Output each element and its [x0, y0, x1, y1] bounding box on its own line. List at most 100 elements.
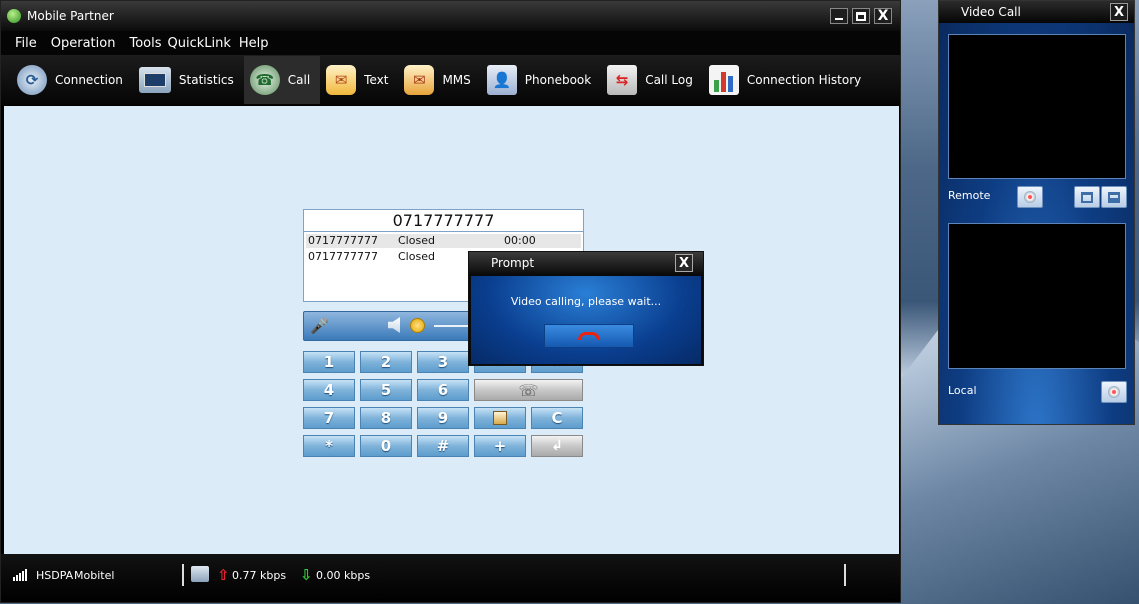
download-arrow-icon: ⇩: [300, 566, 313, 584]
text-icon: ✉: [326, 65, 357, 95]
toolbar: ⟳ Connection Statistics ☎ Call ✉ Text ✉ …: [1, 55, 900, 105]
key-1[interactable]: 1: [303, 351, 355, 373]
call-status: Closed: [398, 234, 435, 247]
video-call-close-button[interactable]: X: [1110, 3, 1128, 21]
key-hash[interactable]: #: [417, 435, 469, 457]
toolbar-call-log[interactable]: ⇆ Call Log: [601, 56, 703, 104]
hangup-icon: [578, 332, 600, 340]
close-button[interactable]: X: [874, 8, 892, 24]
status-divider: [182, 564, 184, 586]
mms-icon: ✉: [404, 65, 435, 95]
status-divider: [844, 564, 846, 586]
status-bar: HSDPA Mobitel ⇧ 0.77 kbps ⇩ 0.00 kbps: [1, 554, 900, 602]
toolbar-label: Statistics: [178, 73, 234, 87]
key-6[interactable]: 6: [417, 379, 469, 401]
menu-bar: File Operation Tools QuickLink Help: [1, 31, 900, 55]
remote-camera-button[interactable]: [1017, 186, 1043, 208]
title-bar: Mobile Partner X: [1, 1, 900, 31]
backspace-button[interactable]: ↲: [531, 435, 583, 457]
toolbar-label: Connection History: [746, 73, 862, 87]
video-call-title-bar: Video Call X: [939, 1, 1134, 23]
remote-video-screen: [948, 34, 1126, 179]
toolbar-text[interactable]: ✉ Text: [320, 56, 398, 104]
call-number: 0717777777: [308, 234, 378, 247]
prompt-dialog: Prompt X Video calling, please wait...: [468, 251, 704, 366]
minimize-button[interactable]: [830, 8, 848, 24]
call-log-icon: ⇆: [607, 65, 638, 95]
upload-speed: 0.77 kbps: [232, 569, 287, 582]
call-number: 0717777777: [308, 250, 378, 263]
key-4[interactable]: 4: [303, 379, 355, 401]
statistics-icon: [138, 67, 171, 93]
local-camera-button[interactable]: [1101, 381, 1127, 403]
key-0[interactable]: 0: [360, 435, 412, 457]
upload-arrow-icon: ⇧: [217, 566, 230, 584]
key-5[interactable]: 5: [360, 379, 412, 401]
save-snapshot-icon: [1108, 191, 1120, 203]
mobile-partner-window: Mobile Partner X File Operation Tools Qu…: [0, 0, 901, 603]
toolbar-phonebook[interactable]: 👤 Phonebook: [481, 56, 601, 104]
minimize-icon: [835, 18, 843, 20]
key-2[interactable]: 2: [360, 351, 412, 373]
call-icon: ☎: [249, 65, 280, 95]
window-title: Mobile Partner: [27, 9, 114, 23]
call-handset-button[interactable]: ☏: [474, 379, 583, 401]
toolbar-connection-history[interactable]: Connection History: [703, 56, 871, 104]
toolbar-label: Connection: [55, 73, 123, 87]
handset-icon: ☏: [518, 380, 539, 400]
key-clear[interactable]: C: [531, 407, 583, 429]
contact-picker-button[interactable]: [474, 407, 526, 429]
call-list-row[interactable]: 0717777777 Closed 00:00: [306, 234, 581, 248]
maximize-button[interactable]: [852, 8, 870, 24]
key-plus[interactable]: +: [474, 435, 526, 457]
toolbar-connection[interactable]: ⟳ Connection: [11, 56, 133, 104]
app-logo-icon: [7, 9, 21, 23]
menu-file[interactable]: File: [15, 36, 37, 51]
video-call-body: Remote Local: [939, 23, 1134, 424]
toolbar-call[interactable]: ☎ Call: [243, 56, 321, 104]
speaker-icon[interactable]: [388, 317, 400, 333]
toolbar-mms[interactable]: ✉ MMS: [398, 56, 480, 104]
toolbar-label: MMS: [442, 73, 471, 87]
toolbar-label: Phonebook: [524, 73, 592, 87]
toolbar-label: Call: [287, 73, 311, 87]
key-7[interactable]: 7: [303, 407, 355, 429]
hangup-button[interactable]: [544, 324, 634, 348]
connection-history-icon: [708, 65, 739, 95]
toolbar-label: Call Log: [645, 73, 693, 87]
layout-button[interactable]: [1074, 186, 1100, 208]
connection-icon: ⟳: [17, 65, 47, 95]
webcam-icon: [1024, 191, 1036, 203]
snapshot-button[interactable]: [1101, 186, 1127, 208]
prompt-body: Video calling, please wait...: [471, 276, 701, 364]
video-call-title: Video Call: [961, 5, 1021, 19]
key-8[interactable]: 8: [360, 407, 412, 429]
signal-strength-icon: [13, 569, 27, 581]
call-duration: 00:00: [504, 234, 536, 247]
local-label: Local: [948, 384, 977, 397]
key-star[interactable]: *: [303, 435, 355, 457]
key-9[interactable]: 9: [417, 407, 469, 429]
layout-icon: [1081, 191, 1093, 203]
menu-help[interactable]: Help: [239, 36, 269, 51]
menu-quicklink[interactable]: QuickLink: [168, 36, 231, 51]
prompt-message: Video calling, please wait...: [510, 295, 662, 308]
phonebook-icon: 👤: [486, 65, 517, 95]
volume-down-icon[interactable]: [410, 318, 425, 333]
maximize-icon: [856, 11, 866, 21]
toolbar-label: Text: [364, 73, 389, 87]
connection-status-icon: [191, 566, 209, 582]
prompt-close-button[interactable]: X: [675, 254, 693, 272]
video-call-window: Video Call X Remote Local: [938, 0, 1135, 425]
menu-tools[interactable]: Tools: [129, 36, 161, 51]
key-3[interactable]: 3: [417, 351, 469, 373]
volume-slider[interactable]: [434, 325, 470, 327]
contact-picture-icon: [493, 411, 507, 425]
prompt-title: Prompt: [491, 256, 535, 270]
webcam-icon: [1108, 386, 1120, 398]
toolbar-statistics[interactable]: Statistics: [133, 56, 244, 104]
dialed-number[interactable]: 0717777777: [304, 210, 583, 232]
microphone-icon[interactable]: 🎤: [310, 317, 329, 335]
local-video-screen: [948, 223, 1126, 369]
menu-operation[interactable]: Operation: [51, 36, 116, 51]
